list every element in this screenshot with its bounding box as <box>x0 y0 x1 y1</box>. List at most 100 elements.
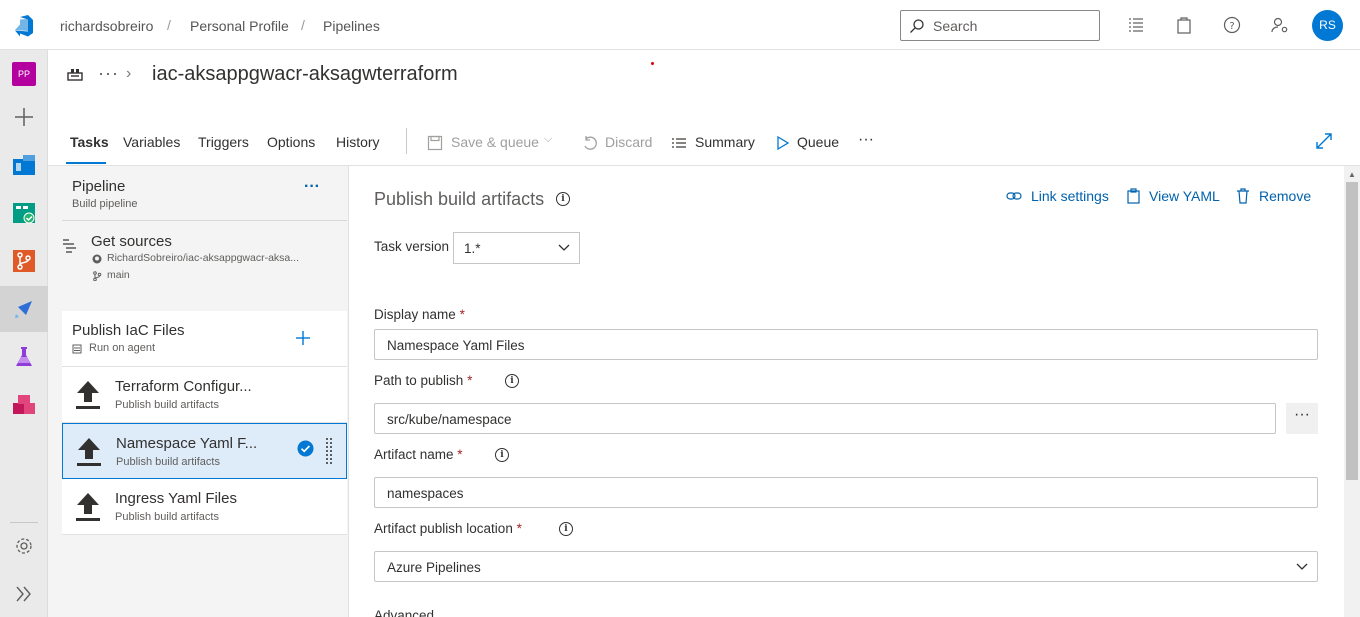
agent-job-subtitle: Run on agent <box>89 342 156 354</box>
breadcrumb-more-button[interactable]: ··· <box>98 63 119 84</box>
artifact-name-field[interactable]: namespaces <box>374 477 1318 508</box>
nav-boards[interactable] <box>0 190 48 236</box>
expand-rail-button[interactable] <box>0 571 48 617</box>
upload-arrow-icon <box>76 493 100 521</box>
nav-overview[interactable] <box>0 142 48 188</box>
chevron-down-icon <box>1296 563 1308 570</box>
new-item-button[interactable] <box>0 94 48 140</box>
plus-icon <box>15 108 33 126</box>
work-items-list-icon[interactable] <box>1126 15 1146 35</box>
info-icon[interactable]: i <box>559 522 573 536</box>
publish-location-select[interactable]: Azure Pipelines <box>374 551 1318 582</box>
tab-tasks[interactable]: Tasks <box>70 134 109 150</box>
build-pipeline-icon <box>67 69 83 81</box>
task-detail-panel: Publish build artifacts i Link settings … <box>349 166 1344 617</box>
breadcrumb-org[interactable]: richardsobreiro <box>60 18 153 34</box>
path-to-publish-field[interactable]: src/kube/namespace <box>374 403 1276 434</box>
task-subtitle: Publish build artifacts <box>115 511 219 523</box>
tab-variables[interactable]: Variables <box>123 134 180 150</box>
nav-artifacts[interactable] <box>0 382 48 428</box>
search-placeholder: Search <box>933 18 978 34</box>
task-terraform-config[interactable]: Terraform Configur... Publish build arti… <box>62 367 347 423</box>
pipeline-card[interactable]: Pipeline Build pipeline ··· <box>62 166 347 221</box>
task-subtitle: Publish build artifacts <box>115 399 219 411</box>
path-to-publish-label: Path to publish * <box>374 373 473 388</box>
display-name-field[interactable]: Namespace Yaml Files <box>374 329 1318 360</box>
azure-devops-logo-icon[interactable] <box>12 14 36 38</box>
repos-icon <box>13 250 35 272</box>
detail-scrollbar[interactable]: ▲ <box>1344 166 1360 617</box>
queue-label: Queue <box>797 134 840 150</box>
pipeline-card-title: Pipeline <box>72 178 126 195</box>
play-icon <box>777 135 790 151</box>
agent-job-card[interactable]: Publish IaC Files Run on agent <box>62 311 347 367</box>
overview-icon <box>13 155 35 175</box>
pipelines-icon <box>15 301 32 318</box>
task-namespace-yaml[interactable]: Namespace Yaml F... Publish build artifa… <box>62 423 347 479</box>
info-icon[interactable]: i <box>556 192 570 206</box>
tab-history[interactable]: History <box>336 134 380 150</box>
marketplace-bag-icon[interactable] <box>1174 15 1194 35</box>
info-icon[interactable]: i <box>495 448 509 462</box>
nav-repos[interactable] <box>0 238 48 284</box>
pipeline-more-button[interactable]: ··· <box>304 178 320 196</box>
breadcrumb-separator: / <box>167 17 171 33</box>
artifacts-icon <box>13 395 35 414</box>
active-tab-indicator <box>66 162 106 164</box>
get-sources-title: Get sources <box>91 233 172 250</box>
detail-heading: Publish build artifacts <box>374 189 545 209</box>
clipboard-icon <box>1127 188 1140 204</box>
info-icon[interactable]: i <box>505 374 519 388</box>
top-bar: richardsobreiro / Personal Profile / Pip… <box>0 0 1360 50</box>
advanced-section-header[interactable]: Advanced <box>374 608 494 617</box>
task-ingress-yaml[interactable]: Ingress Yaml Files Publish build artifac… <box>62 479 347 535</box>
upload-arrow-icon <box>76 381 100 409</box>
get-sources-card[interactable]: Get sources RichardSobreiro/iac-aksappgw… <box>62 221 347 291</box>
view-yaml-label: View YAML <box>1149 188 1220 204</box>
nav-pipelines[interactable] <box>0 286 48 332</box>
tab-triggers[interactable]: Triggers <box>198 134 249 150</box>
fullscreen-icon[interactable] <box>1315 132 1333 150</box>
task-title: Namespace Yaml F... <box>116 435 258 452</box>
search-input[interactable]: Search <box>900 10 1100 41</box>
add-task-plus-icon[interactable] <box>294 329 312 347</box>
task-subtitle: Publish build artifacts <box>116 456 220 468</box>
search-icon <box>910 19 924 33</box>
user-avatar[interactable]: RS <box>1312 10 1343 41</box>
left-nav-rail: PP <box>0 50 48 617</box>
list-icon <box>672 138 686 148</box>
github-icon <box>92 254 102 264</box>
project-badge: PP <box>12 62 36 86</box>
double-chevron-right-icon <box>16 586 31 602</box>
trash-icon <box>1237 188 1249 204</box>
nav-test-plans[interactable] <box>0 334 48 380</box>
pipeline-name[interactable]: iac-aksappgwacr-aksagwterraform <box>152 63 458 86</box>
gear-icon <box>16 538 32 554</box>
tab-options[interactable]: Options <box>267 134 315 150</box>
summary-label: Summary <box>695 134 755 150</box>
get-sources-branch: main <box>107 269 130 281</box>
agent-job-title: Publish IaC Files <box>72 322 185 339</box>
scrollbar-thumb[interactable] <box>1346 182 1358 480</box>
breadcrumb-project[interactable]: Personal Profile <box>190 18 289 34</box>
breadcrumb-separator: / <box>301 17 305 33</box>
task-version-select[interactable]: 1.* <box>453 232 580 264</box>
chevron-down-icon <box>558 244 570 251</box>
browse-path-button[interactable]: ··· <box>1286 403 1318 434</box>
breadcrumb-section[interactable]: Pipelines <box>323 18 380 34</box>
scroll-up-arrow-icon[interactable]: ▲ <box>1348 170 1356 179</box>
publish-location-value: Azure Pipelines <box>387 560 481 575</box>
toolbar-more-button[interactable]: ··· <box>858 131 874 149</box>
project-switcher[interactable]: PP <box>0 50 48 96</box>
drag-handle-icon[interactable] <box>325 437 333 465</box>
discard-label: Discard <box>605 134 653 150</box>
user-settings-icon[interactable] <box>1270 15 1290 35</box>
project-settings-button[interactable] <box>0 523 48 569</box>
help-icon[interactable]: ? <box>1222 15 1242 35</box>
task-title: Terraform Configur... <box>115 378 252 395</box>
remove-label: Remove <box>1259 188 1312 204</box>
undo-icon <box>584 136 597 150</box>
publish-location-label: Artifact publish location * <box>374 521 522 536</box>
chevron-down-icon: ⌵ <box>544 133 553 145</box>
indicator-dot <box>651 62 654 65</box>
